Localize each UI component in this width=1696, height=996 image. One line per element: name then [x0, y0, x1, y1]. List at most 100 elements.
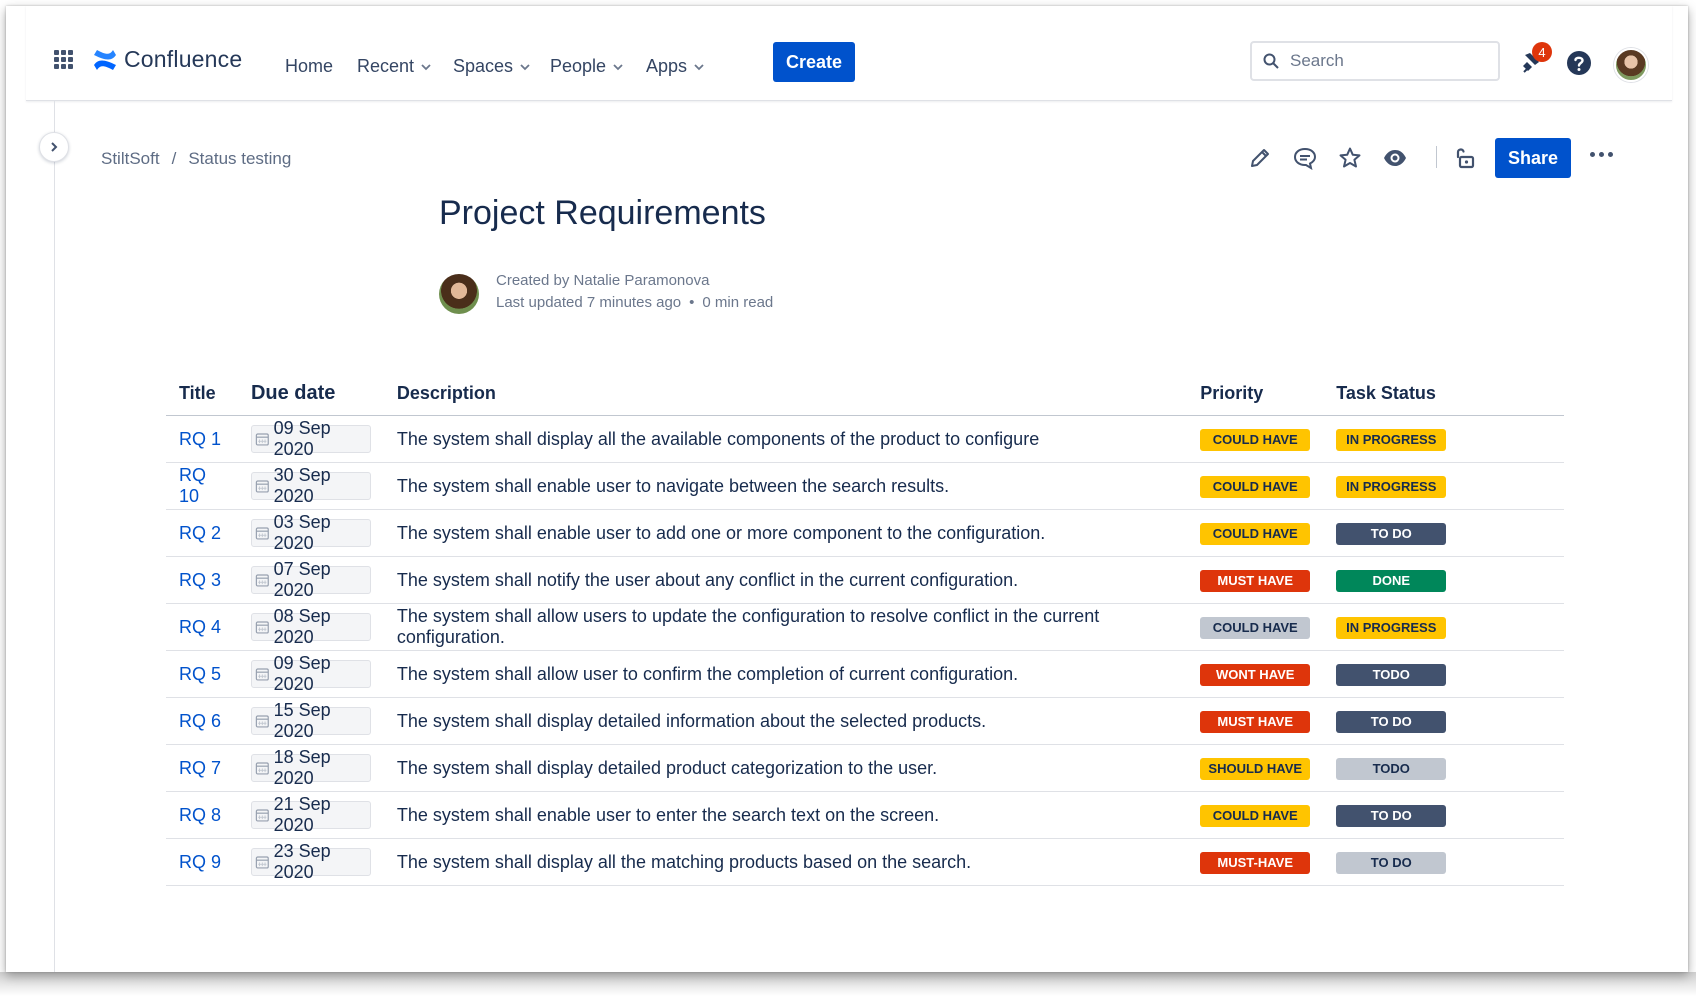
chevron-right-icon [51, 142, 58, 152]
cell-priority: COULD HAVE [1187, 791, 1324, 839]
cell-due-date: 08 Sep 2020 [237, 603, 384, 651]
due-date-chip[interactable]: 30 Sep 2020 [250, 465, 371, 506]
due-date-text: 18 Sep 2020 [273, 747, 331, 788]
nav-home[interactable]: Home [285, 56, 333, 77]
share-button[interactable]: Share [1495, 138, 1571, 178]
restrictions-unlock-icon[interactable] [1452, 146, 1476, 170]
cell-title: RQ 8 [166, 791, 238, 839]
star-icon[interactable] [1338, 146, 1362, 170]
due-date-text: 21 Sep 2020 [273, 794, 331, 835]
breadcrumb-space[interactable]: StiltSoft [101, 149, 160, 169]
cell-priority: MUST-HAVE [1187, 838, 1324, 886]
watch-icon[interactable] [1383, 146, 1407, 170]
author-avatar[interactable] [439, 274, 479, 314]
calendar-icon [255, 433, 269, 446]
nav-spaces[interactable]: Spaces [453, 56, 531, 77]
header-priority[interactable]: Priority [1187, 371, 1324, 416]
page-byline: Created by Natalie Paramonova Last updat… [496, 270, 773, 314]
search-field[interactable] [1250, 41, 1500, 81]
due-date-chip[interactable]: 15 Sep 2020 [250, 700, 371, 741]
cell-due-date: 03 Sep 2020 [237, 509, 384, 557]
task-status-lozenge: TO DO [1336, 851, 1447, 874]
task-status-lozenge: TO DO [1336, 710, 1447, 733]
header-description[interactable]: Description [383, 371, 1188, 416]
table-row: RQ 9 23 Sep 2020 The system shall display … [166, 838, 1564, 886]
cell-description: The system shall enable user to add one … [383, 509, 1188, 557]
nav-spaces-label: Spaces [453, 56, 514, 76]
breadcrumb-page[interactable]: Status testing [188, 149, 291, 169]
help-icon[interactable] [1566, 50, 1592, 76]
table-row: RQ 3 07 Sep 2020 The system shall notify t… [166, 556, 1564, 604]
app-switcher-icon[interactable] [54, 50, 74, 70]
task-status-lozenge: IN PROGRESS [1336, 428, 1447, 451]
header-task-status[interactable]: Task Status [1323, 371, 1564, 416]
header-due-date[interactable]: Due date [237, 371, 384, 416]
due-date-chip[interactable]: 09 Sep 2020 [250, 653, 371, 694]
table-row: RQ 10 30 Sep 2020 The system shall enable … [166, 462, 1564, 510]
due-date-text: 09 Sep 2020 [273, 653, 331, 694]
calendar-icon [255, 762, 269, 775]
edit-icon[interactable] [1248, 146, 1272, 170]
cell-title: RQ 2 [166, 509, 238, 557]
priority-status-lozenge: MUST HAVE [1200, 569, 1311, 592]
requirement-link[interactable]: RQ 8 [179, 805, 221, 825]
cell-due-date: 30 Sep 2020 [237, 462, 384, 510]
due-date-chip[interactable]: 18 Sep 2020 [250, 747, 371, 788]
cell-task-status: TO DO [1323, 697, 1564, 745]
cell-task-status: TO DO [1323, 509, 1564, 557]
cell-description: The system shall display all the matchin… [383, 838, 1188, 886]
task-status-lozenge: TO DO [1336, 522, 1447, 545]
requirement-link[interactable]: RQ 1 [179, 429, 221, 449]
table-row: RQ 5 09 Sep 2020 The system shall allow us… [166, 650, 1564, 698]
priority-status-lozenge: COULD HAVE [1200, 616, 1311, 639]
chevron-down-icon [694, 63, 704, 70]
expand-sidebar-button[interactable] [39, 132, 69, 162]
due-date-chip[interactable]: 03 Sep 2020 [250, 512, 371, 553]
requirement-link[interactable]: RQ 2 [179, 523, 221, 543]
requirement-link[interactable]: RQ 9 [179, 852, 221, 872]
due-date-chip[interactable]: 21 Sep 2020 [250, 794, 371, 835]
create-button[interactable]: Create [773, 42, 855, 82]
due-date-chip[interactable]: 09 Sep 2020 [250, 418, 371, 459]
search-input[interactable] [1288, 50, 1492, 72]
due-date-chip[interactable]: 07 Sep 2020 [250, 559, 371, 600]
comment-icon[interactable] [1293, 146, 1317, 170]
last-updated[interactable]: Last updated 7 minutes ago [496, 294, 681, 311]
window-shadow [0, 972, 1696, 996]
cell-title: RQ 7 [166, 744, 238, 792]
due-date-chip[interactable]: 23 Sep 2020 [250, 841, 371, 882]
cell-priority: COULD HAVE [1187, 509, 1324, 557]
nav-recent[interactable]: Recent [357, 56, 432, 77]
created-by[interactable]: Created by Natalie Paramonova [496, 270, 773, 292]
cell-due-date: 09 Sep 2020 [237, 415, 384, 463]
calendar-icon [255, 715, 269, 728]
requirement-link[interactable]: RQ 10 [179, 465, 206, 506]
cell-task-status: IN PROGRESS [1323, 603, 1564, 651]
requirement-link[interactable]: RQ 7 [179, 758, 221, 778]
due-date-text: 15 Sep 2020 [273, 700, 331, 741]
user-avatar[interactable] [1614, 48, 1648, 82]
cell-due-date: 15 Sep 2020 [237, 697, 384, 745]
read-time: 0 min read [702, 294, 774, 311]
cell-task-status: IN PROGRESS [1323, 462, 1564, 510]
table-row: RQ 2 03 Sep 2020 The system shall enable u… [166, 509, 1564, 557]
due-date-chip[interactable]: 08 Sep 2020 [250, 606, 371, 647]
requirement-link[interactable]: RQ 5 [179, 664, 221, 684]
cell-description: The system shall notify the user about a… [383, 556, 1188, 604]
cell-task-status: TO DO [1323, 838, 1564, 886]
more-actions-icon[interactable] [1590, 152, 1613, 157]
header-title[interactable]: Title [166, 371, 238, 416]
cell-priority: WONT HAVE [1187, 650, 1324, 698]
cell-title: RQ 6 [166, 697, 238, 745]
sidebar-rail [54, 100, 55, 972]
nav-people[interactable]: People [550, 56, 624, 77]
requirement-link[interactable]: RQ 6 [179, 711, 221, 731]
cell-task-status: TODO [1323, 744, 1564, 792]
requirement-link[interactable]: RQ 3 [179, 570, 221, 590]
nav-apps[interactable]: Apps [646, 56, 705, 77]
confluence-logo-icon [94, 49, 116, 70]
confluence-logo[interactable]: Confluence [92, 46, 242, 73]
requirement-link[interactable]: RQ 4 [179, 617, 221, 637]
table-header-row: Title Due date Description Priority Task… [166, 371, 1564, 416]
priority-status-lozenge: WONT HAVE [1200, 663, 1311, 686]
